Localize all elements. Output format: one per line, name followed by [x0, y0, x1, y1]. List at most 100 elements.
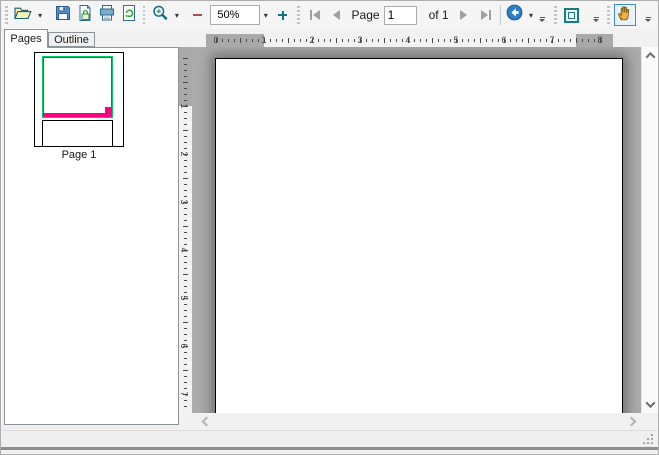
ruler-number: 6 [501, 35, 506, 46]
horizontal-ruler: 0 1 2 3 4 5 6 7 8 [206, 34, 613, 47]
chevron-left-icon [202, 416, 212, 426]
scroll-up-button[interactable] [642, 47, 659, 64]
ruler-number: 6 [179, 343, 188, 348]
vertical-scrollbar[interactable] [641, 47, 658, 413]
page-number-input[interactable] [384, 6, 417, 25]
page-setup-button[interactable] [74, 4, 96, 26]
ruler-number: 2 [179, 151, 188, 156]
overflow-arrow-icon [645, 19, 651, 22]
pages-panel: Page 1 [4, 47, 179, 425]
page-border-button[interactable] [561, 4, 583, 26]
ruler-number: 4 [405, 35, 410, 46]
zoom-combobox-dropdown-button[interactable]: ▾ [260, 4, 272, 26]
scroll-down-button[interactable] [642, 396, 659, 413]
status-bar [2, 430, 657, 447]
ruler-number: 3 [357, 35, 362, 46]
thumbnail-region-bottom-bar [43, 113, 112, 117]
ruler-number: 3 [179, 199, 188, 204]
ruler-number: 5 [179, 295, 188, 300]
thumbnail-region-handle [105, 107, 112, 114]
first-page-icon [310, 10, 320, 20]
toolbar-grip[interactable] [143, 6, 146, 24]
previous-page-button[interactable] [326, 4, 348, 26]
ruler-number: 2 [309, 35, 314, 46]
pan-button[interactable] [614, 4, 636, 26]
plus-icon [278, 11, 287, 20]
ruler-number: 0 [213, 35, 218, 46]
ruler-number: 8 [597, 35, 602, 46]
preview-canvas[interactable] [192, 47, 641, 413]
ruler-number: 4 [179, 247, 188, 252]
scroll-right-button[interactable] [623, 413, 640, 429]
report-preview-window: ▾ [0, 0, 659, 455]
ruler-number: 1 [179, 103, 188, 108]
ruler-ticks [216, 38, 606, 43]
back-button[interactable] [504, 4, 526, 26]
first-page-button[interactable] [304, 4, 326, 26]
refresh-page-icon [120, 4, 138, 27]
chevron-down-icon [646, 398, 656, 408]
toolbar: ▾ [2, 1, 657, 29]
zoom-tool-dropdown-button[interactable]: ▾ [171, 4, 182, 26]
hand-pan-icon [616, 4, 634, 27]
horizontal-scrollbar[interactable] [192, 413, 658, 429]
chevron-down-icon: ▾ [175, 11, 179, 20]
overflow-line [594, 17, 599, 18]
toolbar-grip[interactable] [5, 6, 8, 24]
ruler-ticks [183, 58, 188, 408]
overflow-arrow-icon [539, 19, 545, 22]
thumbnail-report-region [42, 56, 113, 118]
toolbar-grip[interactable] [297, 6, 300, 24]
zoom-tool-button[interactable] [149, 4, 171, 26]
print-button[interactable] [96, 4, 118, 26]
open-dropdown-button[interactable]: ▾ [35, 4, 46, 26]
single-page-view-icon [564, 8, 579, 23]
tab-outline[interactable]: Outline [48, 32, 95, 47]
back-dropdown-button[interactable]: ▾ [526, 4, 537, 26]
overflow-arrow-icon [593, 19, 599, 22]
resize-grip[interactable] [643, 442, 645, 444]
page-label: Page [352, 8, 380, 22]
chevron-down-icon: ▾ [529, 11, 533, 20]
thumbnail-footer-region [42, 120, 113, 147]
refresh-button[interactable] [118, 4, 140, 26]
window-bottom-edge [1, 447, 658, 450]
chevron-right-icon [627, 416, 637, 426]
previous-page-icon [333, 10, 340, 20]
ruler-number: 1 [261, 35, 266, 46]
next-page-button[interactable] [453, 4, 475, 26]
save-button[interactable] [52, 4, 74, 26]
ruler-number: 7 [549, 35, 554, 46]
page-thumbnail[interactable] [34, 52, 124, 147]
last-page-icon [481, 10, 491, 20]
toolbar-overflow-button[interactable] [643, 17, 654, 22]
zoom-in-button[interactable] [272, 4, 294, 26]
ruler-number: 5 [453, 35, 458, 46]
page-lock-icon [76, 4, 94, 27]
zoom-combobox[interactable]: 50% [210, 5, 259, 25]
scroll-left-button[interactable] [198, 413, 215, 429]
ruler-number: 7 [179, 391, 188, 396]
toolbar-overflow-button[interactable] [591, 17, 602, 22]
overflow-line [646, 17, 651, 18]
chevron-up-icon [646, 52, 656, 62]
overflow-line [540, 17, 545, 18]
thumbnail-region-inner-border [43, 57, 112, 117]
toolbar-overflow-button[interactable] [537, 17, 548, 22]
printer-icon [98, 4, 116, 27]
floppy-disk-icon [54, 4, 72, 27]
chevron-down-icon: ▾ [38, 11, 42, 20]
back-circle-icon [506, 4, 523, 26]
thumbnail-caption: Page 1 [34, 149, 124, 161]
minus-icon [193, 14, 202, 16]
tab-pages[interactable]: Pages [4, 29, 48, 48]
page-count-label: of 1 [429, 8, 449, 22]
preview-page[interactable] [215, 58, 623, 413]
magnifier-icon [151, 4, 170, 27]
zoom-out-button[interactable] [186, 4, 208, 26]
toolbar-separator [500, 5, 501, 25]
toolbar-grip[interactable] [607, 6, 610, 24]
toolbar-grip[interactable] [554, 6, 557, 24]
last-page-button[interactable] [475, 4, 497, 26]
open-button[interactable] [12, 4, 35, 26]
